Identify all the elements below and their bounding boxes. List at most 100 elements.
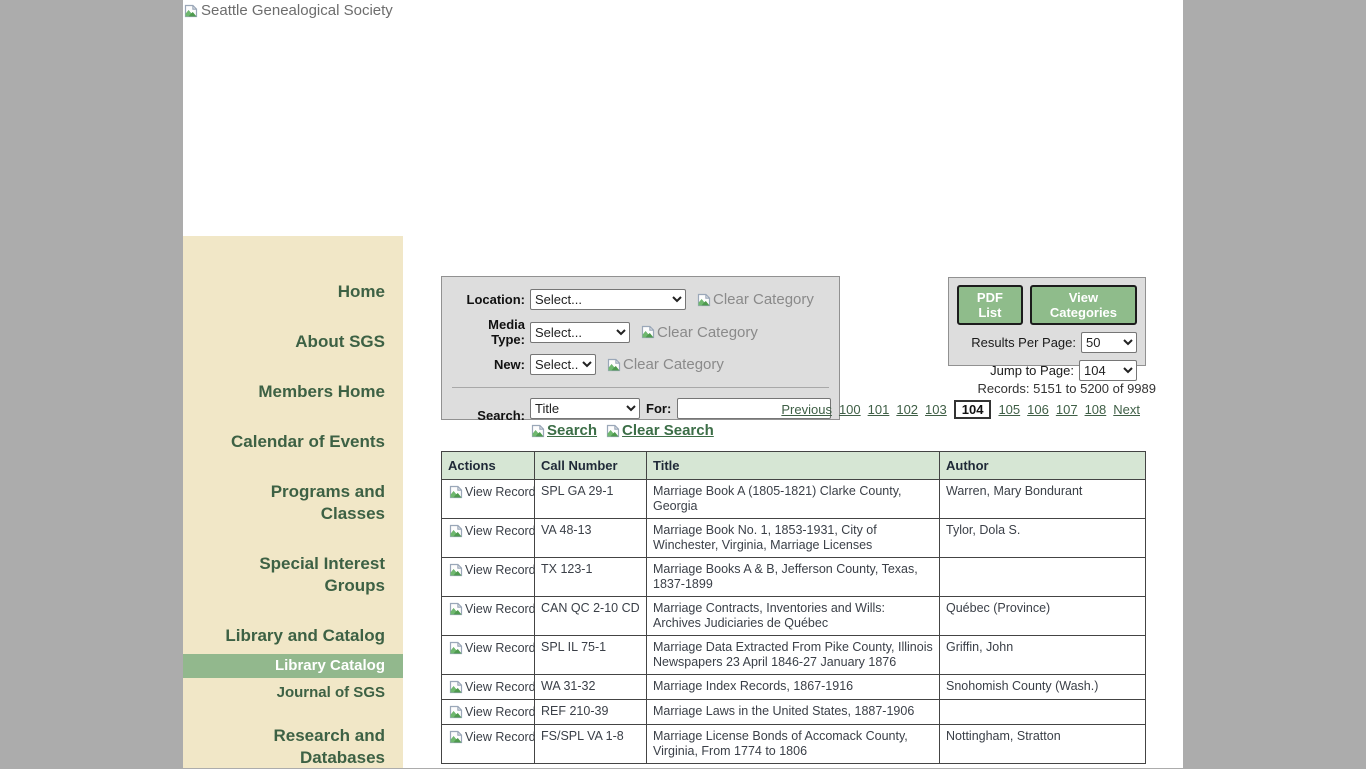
view-record-link[interactable]: View Record — [448, 562, 528, 578]
cell-title: Marriage Books A & B, Jefferson County, … — [647, 558, 940, 597]
cell-call-number: REF 210-39 — [535, 700, 647, 725]
broken-image-icon — [448, 523, 464, 539]
cell-call-number: WA 31-32 — [535, 675, 647, 700]
pagination-previous[interactable]: Previous — [781, 402, 832, 417]
cell-title: Marriage Data Extracted From Pike County… — [647, 636, 940, 675]
broken-image-icon — [448, 729, 464, 745]
clear-category-media-type[interactable]: Clear Category — [640, 324, 758, 341]
clear-category-new[interactable]: Clear Category — [606, 356, 724, 373]
pagination-page-103[interactable]: 103 — [925, 402, 947, 417]
jump-to-page-select[interactable]: 104 — [1079, 360, 1137, 381]
search-link[interactable]: Search — [530, 422, 597, 439]
cell-author — [940, 700, 1146, 725]
broken-image-icon — [448, 562, 464, 578]
filter-divider — [452, 387, 829, 388]
broken-image-icon — [605, 423, 621, 439]
table-row: View Record VA 48-13 Marriage Book No. 1… — [442, 519, 1146, 558]
sidebar-item-about-sgs[interactable]: About SGS — [183, 331, 403, 353]
cell-author: Griffin, John — [940, 636, 1146, 675]
pagination-page-108[interactable]: 108 — [1085, 402, 1107, 417]
results-table: Actions Call Number Title Author View Re… — [441, 451, 1146, 764]
cell-author: Warren, Mary Bondurant — [940, 480, 1146, 519]
clear-search-link[interactable]: Clear Search — [605, 422, 714, 439]
pagination: Previous 100 101 102 103 104 105 106 107… — [781, 400, 1140, 419]
jump-to-page-label: Jump to Page: — [990, 363, 1074, 378]
media-type-label: Media Type: — [452, 317, 530, 347]
sidebar-item-library-catalog-active[interactable]: Library Catalog — [183, 654, 403, 678]
for-label: For: — [646, 401, 671, 416]
sidebar-item-research-databases[interactable]: Research and Databases — [183, 725, 403, 769]
results-per-page-row: Results Per Page: 50 — [957, 332, 1137, 353]
results-per-page-select[interactable]: 50 — [1081, 332, 1137, 353]
sidebar-item-calendar[interactable]: Calendar of Events — [183, 431, 403, 453]
pagination-page-107[interactable]: 107 — [1056, 402, 1078, 417]
pagination-page-102[interactable]: 102 — [896, 402, 918, 417]
table-header-row: Actions Call Number Title Author — [442, 452, 1146, 480]
cell-author — [940, 558, 1146, 597]
content-wrapper: Seattle Genealogical Society Home About … — [183, 0, 1183, 768]
cell-title: Marriage Contracts, Inventories and Will… — [647, 597, 940, 636]
cell-title: Marriage License Bonds of Accomack Count… — [647, 725, 940, 764]
sidebar-item-library-catalog-parent[interactable]: Library and Catalog — [183, 625, 403, 647]
view-record-link[interactable]: View Record — [448, 601, 528, 617]
broken-image-icon — [530, 423, 546, 439]
broken-image-icon — [448, 484, 464, 500]
sidebar-item-members-home[interactable]: Members Home — [183, 381, 403, 403]
view-record-link[interactable]: View Record — [448, 640, 528, 656]
pagination-current-page: 104 — [954, 400, 992, 419]
header-actions: Actions — [442, 452, 535, 480]
jump-to-page-row: Jump to Page: 104 — [957, 360, 1137, 381]
pagination-page-105[interactable]: 105 — [998, 402, 1020, 417]
broken-image-icon — [606, 357, 622, 373]
cell-title: Marriage Book No. 1, 1853-1931, City of … — [647, 519, 940, 558]
view-record-link[interactable]: View Record — [448, 484, 528, 500]
cell-call-number: VA 48-13 — [535, 519, 647, 558]
cell-title: Marriage Laws in the United States, 1887… — [647, 700, 940, 725]
new-filter-row: New: Select... Clear Category — [452, 354, 829, 375]
table-row: View Record TX 123-1 Marriage Books A & … — [442, 558, 1146, 597]
new-select[interactable]: Select... — [530, 354, 596, 375]
table-row: View Record REF 210-39 Marriage Laws in … — [442, 700, 1146, 725]
broken-image-icon — [696, 292, 712, 308]
broken-image-icon — [448, 679, 464, 695]
sidebar-item-home[interactable]: Home — [183, 281, 403, 303]
broken-image-icon — [183, 3, 199, 19]
view-record-link[interactable]: View Record — [448, 679, 528, 695]
view-record-link[interactable]: View Record — [448, 704, 528, 720]
broken-image-icon — [448, 704, 464, 720]
sidebar-item-journal[interactable]: Journal of SGS — [183, 682, 403, 704]
view-record-link[interactable]: View Record — [448, 729, 528, 745]
broken-image-icon — [640, 324, 656, 340]
location-label: Location: — [452, 292, 530, 307]
sidebar-item-programs-classes[interactable]: Programs and Classes — [183, 481, 403, 525]
pagination-page-100[interactable]: 100 — [839, 402, 861, 417]
broken-image-icon — [448, 640, 464, 656]
cell-author: Nottingham, Stratton — [940, 725, 1146, 764]
search-row: Search: Title For: Search Cl — [452, 398, 829, 439]
header-call-number: Call Number — [535, 452, 647, 480]
search-field-select[interactable]: Title — [530, 398, 640, 419]
site-logo-alt-text: Seattle Genealogical Society — [201, 2, 393, 19]
sidebar-item-special-interest[interactable]: Special Interest Groups — [183, 553, 403, 597]
results-control-panel: PDF List View Categories Results Per Pag… — [948, 277, 1146, 366]
pagination-page-101[interactable]: 101 — [868, 402, 890, 417]
table-row: View Record SPL GA 29-1 Marriage Book A … — [442, 480, 1146, 519]
cell-author: Québec (Province) — [940, 597, 1146, 636]
pdf-list-button[interactable]: PDF List — [957, 285, 1023, 325]
view-record-link[interactable]: View Record — [448, 523, 528, 539]
records-count: Records: 5151 to 5200 of 9989 — [977, 381, 1156, 396]
pagination-page-106[interactable]: 106 — [1027, 402, 1049, 417]
clear-category-location[interactable]: Clear Category — [696, 291, 814, 308]
view-categories-button[interactable]: View Categories — [1030, 285, 1137, 325]
pagination-next[interactable]: Next — [1113, 402, 1140, 417]
cell-call-number: FS/SPL VA 1-8 — [535, 725, 647, 764]
sidebar-nav: Home About SGS Members Home Calendar of … — [183, 236, 403, 768]
broken-image-icon — [448, 601, 464, 617]
location-select[interactable]: Select... — [530, 289, 686, 310]
site-logo-broken-image: Seattle Genealogical Society — [183, 2, 393, 19]
cell-call-number: SPL GA 29-1 — [535, 480, 647, 519]
cell-call-number: SPL IL 75-1 — [535, 636, 647, 675]
table-row: View Record SPL IL 75-1 Marriage Data Ex… — [442, 636, 1146, 675]
media-type-select[interactable]: Select... — [530, 322, 630, 343]
cell-title: Marriage Index Records, 1867-1916 — [647, 675, 940, 700]
